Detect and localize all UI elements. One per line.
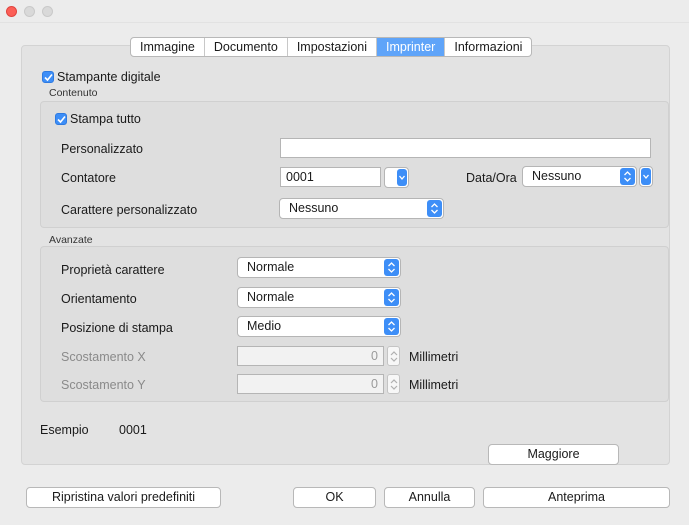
print-position-label: Posizione di stampa (61, 321, 173, 335)
offset-x-unit: Millimetri (409, 350, 459, 364)
char-props-popup[interactable]: Normale (237, 257, 401, 278)
updown-chevron-icon (384, 289, 399, 306)
orientation-label: Orientamento (61, 292, 137, 306)
zoom-window-button[interactable] (42, 6, 53, 17)
digital-printer-checkbox[interactable] (42, 71, 54, 83)
tab-bar: Immagine Documento Impostazioni Imprinte… (130, 37, 533, 57)
char-props-label: Proprietà carattere (61, 263, 165, 277)
custom-text-field[interactable] (280, 138, 651, 158)
updown-chevron-icon (620, 168, 635, 185)
custom-char-label: Carattere personalizzato (61, 203, 198, 217)
checkmark-icon (44, 73, 53, 82)
print-all-label: Stampa tutto (70, 112, 141, 126)
tab-impostazioni[interactable]: Impostazioni (288, 38, 378, 56)
advanced-group-title: Avanzate (49, 234, 93, 246)
tab-immagine[interactable]: Immagine (131, 38, 205, 56)
offset-x-field[interactable]: 0 (237, 346, 384, 366)
minimize-window-button[interactable] (24, 6, 35, 17)
offset-y-field[interactable]: 0 (237, 374, 384, 394)
updown-chevron-icon (384, 259, 399, 276)
stepper-icon (390, 351, 398, 362)
orientation-value: Normale (247, 290, 295, 304)
datetime-label: Data/Ora (466, 171, 517, 185)
digital-printer-label: Stampante digitale (57, 70, 161, 84)
datetime-popup[interactable]: Nessuno (522, 166, 637, 187)
custom-label: Personalizzato (61, 142, 143, 156)
updown-chevron-icon (384, 318, 399, 335)
preview-button[interactable]: Anteprima (483, 487, 670, 508)
cancel-button[interactable]: Annulla (384, 487, 475, 508)
checkmark-icon (57, 115, 66, 124)
offset-y-stepper[interactable] (387, 374, 400, 394)
print-position-value: Medio (247, 319, 282, 333)
print-all-checkbox[interactable] (55, 113, 67, 125)
restore-defaults-button[interactable]: Ripristina valori predefiniti (26, 487, 221, 508)
more-button[interactable]: Maggiore (488, 444, 619, 465)
tab-imprinter[interactable]: Imprinter (377, 38, 446, 56)
example-value: 0001 (119, 423, 147, 437)
offset-y-unit: Millimetri (409, 378, 459, 392)
content-group-title: Contenuto (49, 87, 98, 99)
title-bar (0, 0, 689, 23)
stepper-icon (390, 379, 398, 390)
ok-button[interactable]: OK (293, 487, 376, 508)
close-window-button[interactable] (6, 6, 17, 17)
offset-y-label: Scostamento Y (61, 378, 146, 392)
counter-dropdown[interactable] (384, 167, 409, 188)
tab-documento[interactable]: Documento (205, 38, 288, 56)
datetime-value: Nessuno (532, 169, 582, 183)
updown-chevron-icon (427, 200, 442, 217)
char-props-value: Normale (247, 260, 295, 274)
custom-char-popup[interactable]: Nessuno (279, 198, 444, 219)
custom-char-value: Nessuno (289, 201, 339, 215)
print-position-popup[interactable]: Medio (237, 316, 401, 337)
example-label: Esempio (40, 423, 89, 437)
chevron-down-icon (641, 168, 651, 185)
chevron-down-icon (397, 169, 407, 186)
offset-x-label: Scostamento X (61, 350, 146, 364)
datetime-dropdown[interactable] (639, 166, 653, 187)
counter-field[interactable]: 0001 (280, 167, 381, 187)
tab-informazioni[interactable]: Informazioni (445, 38, 531, 56)
offset-x-stepper[interactable] (387, 346, 400, 366)
orientation-popup[interactable]: Normale (237, 287, 401, 308)
counter-label: Contatore (61, 171, 116, 185)
